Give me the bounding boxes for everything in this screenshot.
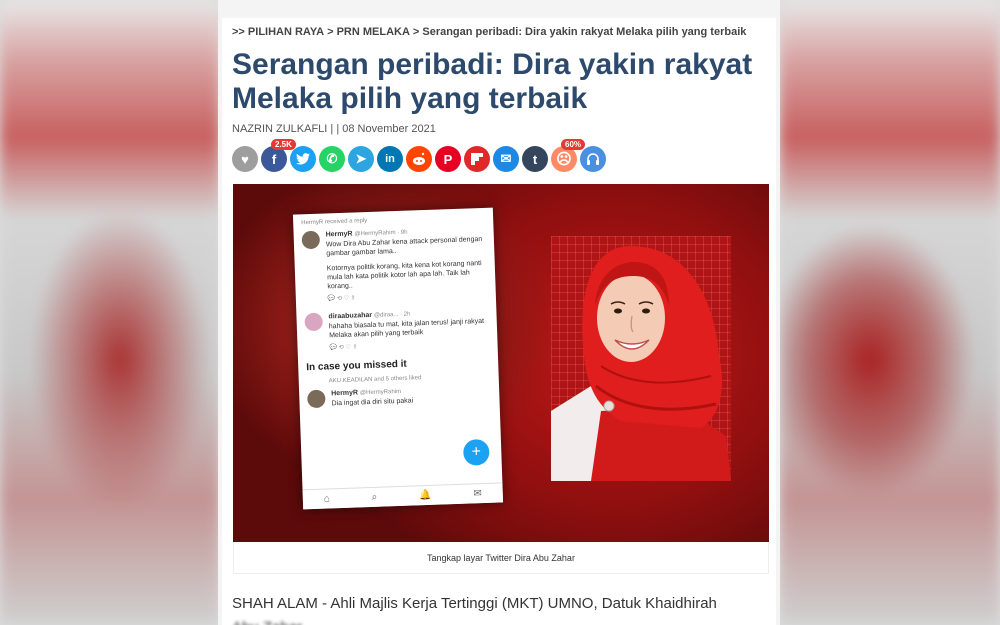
- share-bar: ♥ f 2.5K ✆ ➤ in P ✉ t ☹ 60%: [232, 139, 606, 172]
- portrait-photo: [551, 236, 731, 481]
- notifications-icon: 🔔: [418, 489, 432, 502]
- avatar: [307, 389, 326, 409]
- tweet-screenshot: HermyR received a reply HermyR @HermyRah…: [292, 207, 504, 510]
- breadcrumb-item-pilihan-raya[interactable]: PILIHAN RAYA: [248, 26, 324, 38]
- article-body-line: SHAH ALAM - Ahli Majlis Kerja Tertinggi …: [232, 595, 717, 612]
- whatsapp-icon[interactable]: ✆: [319, 146, 345, 172]
- compose-tweet-icon: +: [462, 438, 490, 466]
- breadcrumb: >> PILIHAN RAYA > PRN MELAKA > Serangan peri…: [232, 26, 747, 38]
- tweet-text-continued: Kotornya politik korang, kita kena kot k…: [326, 260, 482, 291]
- tweet-liked-by: AKU KEADILAN and 5 others liked: [328, 375, 422, 385]
- tweet-username: HermyR: [325, 230, 353, 239]
- avatar: [304, 312, 323, 332]
- article-title: Serangan peribadi: Dira yakin rakyat Mel…: [232, 48, 753, 115]
- tweet-handle: @HermyRahim: [359, 388, 402, 397]
- reddit-icon[interactable]: [406, 146, 432, 172]
- tweet-actions: 💬 ⟲ ♡ ⇪: [329, 344, 358, 352]
- byline: NAZRIN ZULKAFLI | | 08 November 2021: [232, 123, 436, 135]
- article-body: SHAH ALAM - Ahli Majlis Kerja Tertinggi …: [232, 592, 772, 625]
- linkedin-icon[interactable]: in: [377, 146, 403, 172]
- tweet-section-heading: In case you missed it: [306, 358, 408, 374]
- breadcrumb-prefix: >>: [232, 26, 245, 38]
- article-container: >> PILIHAN RAYA > PRN MELAKA > Serangan peri…: [222, 18, 776, 625]
- listen-icon[interactable]: [580, 146, 606, 172]
- twitter-icon[interactable]: [290, 146, 316, 172]
- breadcrumb-item-current: Serangan peribadi: Dira yakin rakyat Mel…: [422, 26, 747, 38]
- blurred-background-left: [0, 0, 220, 625]
- reaction-percent: 60%: [561, 139, 586, 150]
- pinterest-icon[interactable]: P: [435, 146, 461, 172]
- tweet-handle: @diraa... · 2h: [373, 311, 411, 319]
- tweet-text: Dia ingat dia diri situ pakai: [331, 397, 414, 408]
- blurred-background-right: [780, 0, 1000, 625]
- tweet-handle: @HermyRahim · 9h: [354, 229, 408, 238]
- tweet-tab-bar: ⌂ ⌕ 🔔 ✉: [302, 482, 504, 510]
- flipboard-icon[interactable]: [464, 146, 490, 172]
- home-icon: ⌂: [323, 493, 331, 505]
- messages-icon: ✉: [473, 488, 483, 500]
- reaction-icon[interactable]: ☹ 60%: [551, 139, 586, 172]
- tweet-reply-notice: HermyR received a reply: [301, 217, 368, 227]
- facebook-share-count: 2.5K: [271, 139, 296, 150]
- image-caption: Tangkap layar Twitter Dira Abu Zahar: [233, 542, 769, 574]
- tumblr-icon[interactable]: t: [522, 146, 548, 172]
- avatar: [301, 230, 321, 250]
- tweet-username: diraabuzahar: [328, 311, 373, 321]
- tweet-text: Wow Dira Abu Zahar kena attack personal …: [325, 235, 483, 258]
- author-name[interactable]: NAZRIN ZULKAFLI: [232, 123, 327, 135]
- article-body-line: Abu Zahar ...: [232, 616, 772, 625]
- email-icon[interactable]: ✉: [493, 146, 519, 172]
- telegram-icon[interactable]: ➤: [348, 146, 374, 172]
- like-icon[interactable]: ♥: [232, 146, 258, 172]
- tweet-username: HermyR: [331, 389, 359, 398]
- publish-date: 08 November 2021: [342, 123, 436, 135]
- article-page: >> PILIHAN RAYA > PRN MELAKA > Serangan peri…: [218, 0, 780, 625]
- facebook-icon[interactable]: f 2.5K: [261, 139, 296, 172]
- tweet-actions: 💬 ⟲ ♡ ⇪: [327, 295, 356, 303]
- tweet-text: hahaha biasala tu mat, kita jalan terus!…: [328, 317, 485, 340]
- breadcrumb-item-prn-melaka[interactable]: PRN MELAKA: [337, 26, 410, 38]
- article-featured-image: HermyR received a reply HermyR @HermyRah…: [233, 184, 769, 542]
- search-icon: ⌕: [371, 491, 378, 503]
